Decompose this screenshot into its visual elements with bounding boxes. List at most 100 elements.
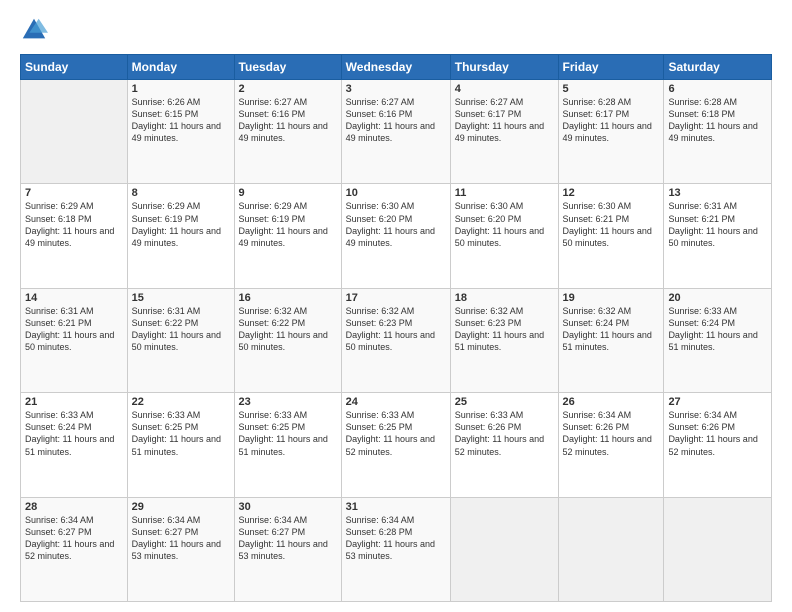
day-header-saturday: Saturday bbox=[664, 55, 772, 80]
cell-info: Sunrise: 6:33 AMSunset: 6:25 PMDaylight:… bbox=[239, 410, 328, 456]
calendar-cell: 16 Sunrise: 6:32 AMSunset: 6:22 PMDaylig… bbox=[234, 288, 341, 392]
calendar-cell: 25 Sunrise: 6:33 AMSunset: 6:26 PMDaylig… bbox=[450, 393, 558, 497]
day-number: 30 bbox=[239, 501, 337, 513]
calendar-cell: 5 Sunrise: 6:28 AMSunset: 6:17 PMDayligh… bbox=[558, 80, 664, 184]
day-number: 25 bbox=[455, 396, 554, 408]
day-header-thursday: Thursday bbox=[450, 55, 558, 80]
day-number: 19 bbox=[563, 292, 660, 304]
day-number: 1 bbox=[132, 83, 230, 95]
calendar-cell: 6 Sunrise: 6:28 AMSunset: 6:18 PMDayligh… bbox=[664, 80, 772, 184]
cell-info: Sunrise: 6:32 AMSunset: 6:23 PMDaylight:… bbox=[346, 306, 435, 352]
calendar-cell: 30 Sunrise: 6:34 AMSunset: 6:27 PMDaylig… bbox=[234, 497, 341, 601]
calendar-cell: 8 Sunrise: 6:29 AMSunset: 6:19 PMDayligh… bbox=[127, 184, 234, 288]
calendar-cell: 14 Sunrise: 6:31 AMSunset: 6:21 PMDaylig… bbox=[21, 288, 128, 392]
cell-info: Sunrise: 6:28 AMSunset: 6:17 PMDaylight:… bbox=[563, 97, 652, 143]
day-number: 17 bbox=[346, 292, 446, 304]
cell-info: Sunrise: 6:34 AMSunset: 6:26 PMDaylight:… bbox=[668, 410, 757, 456]
week-row: 1 Sunrise: 6:26 AMSunset: 6:15 PMDayligh… bbox=[21, 80, 772, 184]
cell-info: Sunrise: 6:27 AMSunset: 6:17 PMDaylight:… bbox=[455, 97, 544, 143]
cell-info: Sunrise: 6:33 AMSunset: 6:25 PMDaylight:… bbox=[132, 410, 221, 456]
day-header-wednesday: Wednesday bbox=[341, 55, 450, 80]
cell-info: Sunrise: 6:33 AMSunset: 6:24 PMDaylight:… bbox=[25, 410, 114, 456]
day-number: 20 bbox=[668, 292, 767, 304]
day-header-tuesday: Tuesday bbox=[234, 55, 341, 80]
cell-info: Sunrise: 6:28 AMSunset: 6:18 PMDaylight:… bbox=[668, 97, 757, 143]
calendar-cell: 10 Sunrise: 6:30 AMSunset: 6:20 PMDaylig… bbox=[341, 184, 450, 288]
cell-info: Sunrise: 6:31 AMSunset: 6:21 PMDaylight:… bbox=[668, 201, 757, 247]
cell-info: Sunrise: 6:34 AMSunset: 6:27 PMDaylight:… bbox=[132, 515, 221, 561]
cell-info: Sunrise: 6:30 AMSunset: 6:20 PMDaylight:… bbox=[346, 201, 435, 247]
cell-info: Sunrise: 6:31 AMSunset: 6:21 PMDaylight:… bbox=[25, 306, 114, 352]
cell-info: Sunrise: 6:34 AMSunset: 6:27 PMDaylight:… bbox=[239, 515, 328, 561]
day-number: 23 bbox=[239, 396, 337, 408]
day-header-friday: Friday bbox=[558, 55, 664, 80]
day-number: 29 bbox=[132, 501, 230, 513]
calendar-cell bbox=[558, 497, 664, 601]
calendar-cell: 29 Sunrise: 6:34 AMSunset: 6:27 PMDaylig… bbox=[127, 497, 234, 601]
week-row: 28 Sunrise: 6:34 AMSunset: 6:27 PMDaylig… bbox=[21, 497, 772, 601]
calendar-cell bbox=[21, 80, 128, 184]
calendar-cell: 7 Sunrise: 6:29 AMSunset: 6:18 PMDayligh… bbox=[21, 184, 128, 288]
day-number: 18 bbox=[455, 292, 554, 304]
calendar-cell: 20 Sunrise: 6:33 AMSunset: 6:24 PMDaylig… bbox=[664, 288, 772, 392]
day-number: 15 bbox=[132, 292, 230, 304]
calendar-cell: 27 Sunrise: 6:34 AMSunset: 6:26 PMDaylig… bbox=[664, 393, 772, 497]
day-number: 27 bbox=[668, 396, 767, 408]
page: SundayMondayTuesdayWednesdayThursdayFrid… bbox=[0, 0, 792, 612]
day-number: 21 bbox=[25, 396, 123, 408]
day-number: 4 bbox=[455, 83, 554, 95]
cell-info: Sunrise: 6:34 AMSunset: 6:26 PMDaylight:… bbox=[563, 410, 652, 456]
header bbox=[20, 16, 772, 44]
day-number: 12 bbox=[563, 187, 660, 199]
cell-info: Sunrise: 6:26 AMSunset: 6:15 PMDaylight:… bbox=[132, 97, 221, 143]
cell-info: Sunrise: 6:29 AMSunset: 6:19 PMDaylight:… bbox=[239, 201, 328, 247]
calendar-cell: 1 Sunrise: 6:26 AMSunset: 6:15 PMDayligh… bbox=[127, 80, 234, 184]
cell-info: Sunrise: 6:34 AMSunset: 6:27 PMDaylight:… bbox=[25, 515, 114, 561]
header-row: SundayMondayTuesdayWednesdayThursdayFrid… bbox=[21, 55, 772, 80]
calendar-cell: 24 Sunrise: 6:33 AMSunset: 6:25 PMDaylig… bbox=[341, 393, 450, 497]
day-number: 22 bbox=[132, 396, 230, 408]
calendar: SundayMondayTuesdayWednesdayThursdayFrid… bbox=[20, 54, 772, 602]
cell-info: Sunrise: 6:27 AMSunset: 6:16 PMDaylight:… bbox=[239, 97, 328, 143]
week-row: 14 Sunrise: 6:31 AMSunset: 6:21 PMDaylig… bbox=[21, 288, 772, 392]
logo-icon bbox=[20, 16, 48, 44]
day-header-monday: Monday bbox=[127, 55, 234, 80]
cell-info: Sunrise: 6:27 AMSunset: 6:16 PMDaylight:… bbox=[346, 97, 435, 143]
day-number: 26 bbox=[563, 396, 660, 408]
calendar-cell: 11 Sunrise: 6:30 AMSunset: 6:20 PMDaylig… bbox=[450, 184, 558, 288]
week-row: 7 Sunrise: 6:29 AMSunset: 6:18 PMDayligh… bbox=[21, 184, 772, 288]
cell-info: Sunrise: 6:33 AMSunset: 6:24 PMDaylight:… bbox=[668, 306, 757, 352]
calendar-cell bbox=[664, 497, 772, 601]
day-number: 31 bbox=[346, 501, 446, 513]
day-number: 16 bbox=[239, 292, 337, 304]
cell-info: Sunrise: 6:32 AMSunset: 6:22 PMDaylight:… bbox=[239, 306, 328, 352]
calendar-cell: 22 Sunrise: 6:33 AMSunset: 6:25 PMDaylig… bbox=[127, 393, 234, 497]
calendar-cell: 26 Sunrise: 6:34 AMSunset: 6:26 PMDaylig… bbox=[558, 393, 664, 497]
day-number: 7 bbox=[25, 187, 123, 199]
calendar-cell: 4 Sunrise: 6:27 AMSunset: 6:17 PMDayligh… bbox=[450, 80, 558, 184]
day-number: 5 bbox=[563, 83, 660, 95]
cell-info: Sunrise: 6:34 AMSunset: 6:28 PMDaylight:… bbox=[346, 515, 435, 561]
day-number: 8 bbox=[132, 187, 230, 199]
calendar-cell: 21 Sunrise: 6:33 AMSunset: 6:24 PMDaylig… bbox=[21, 393, 128, 497]
calendar-cell: 18 Sunrise: 6:32 AMSunset: 6:23 PMDaylig… bbox=[450, 288, 558, 392]
calendar-cell: 19 Sunrise: 6:32 AMSunset: 6:24 PMDaylig… bbox=[558, 288, 664, 392]
week-row: 21 Sunrise: 6:33 AMSunset: 6:24 PMDaylig… bbox=[21, 393, 772, 497]
cell-info: Sunrise: 6:32 AMSunset: 6:23 PMDaylight:… bbox=[455, 306, 544, 352]
cell-info: Sunrise: 6:32 AMSunset: 6:24 PMDaylight:… bbox=[563, 306, 652, 352]
cell-info: Sunrise: 6:33 AMSunset: 6:26 PMDaylight:… bbox=[455, 410, 544, 456]
logo bbox=[20, 16, 52, 44]
day-number: 6 bbox=[668, 83, 767, 95]
cell-info: Sunrise: 6:31 AMSunset: 6:22 PMDaylight:… bbox=[132, 306, 221, 352]
calendar-cell: 9 Sunrise: 6:29 AMSunset: 6:19 PMDayligh… bbox=[234, 184, 341, 288]
day-number: 9 bbox=[239, 187, 337, 199]
cell-info: Sunrise: 6:29 AMSunset: 6:18 PMDaylight:… bbox=[25, 201, 114, 247]
day-number: 14 bbox=[25, 292, 123, 304]
cell-info: Sunrise: 6:30 AMSunset: 6:21 PMDaylight:… bbox=[563, 201, 652, 247]
cell-info: Sunrise: 6:30 AMSunset: 6:20 PMDaylight:… bbox=[455, 201, 544, 247]
calendar-cell bbox=[450, 497, 558, 601]
calendar-cell: 3 Sunrise: 6:27 AMSunset: 6:16 PMDayligh… bbox=[341, 80, 450, 184]
calendar-cell: 13 Sunrise: 6:31 AMSunset: 6:21 PMDaylig… bbox=[664, 184, 772, 288]
calendar-cell: 2 Sunrise: 6:27 AMSunset: 6:16 PMDayligh… bbox=[234, 80, 341, 184]
day-number: 2 bbox=[239, 83, 337, 95]
